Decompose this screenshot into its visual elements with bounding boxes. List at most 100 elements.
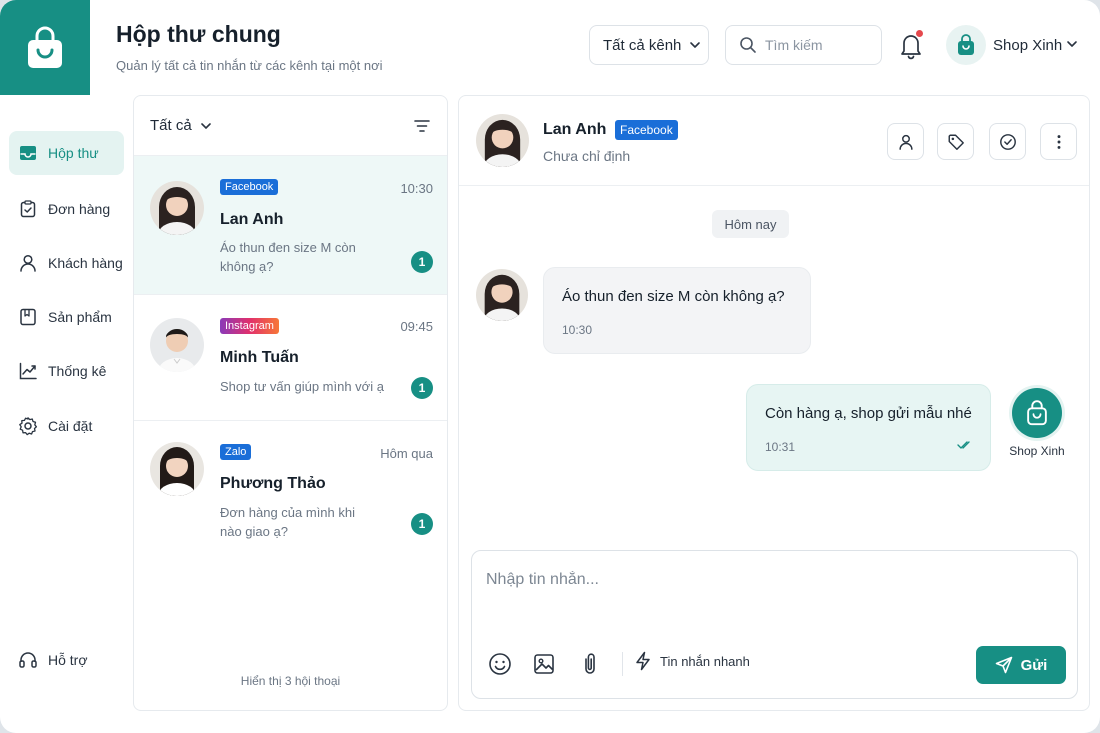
assign-user-button[interactable] bbox=[887, 123, 924, 160]
chat-header: Lan Anh Facebook Chưa chỉ định bbox=[459, 96, 1089, 186]
avatar bbox=[476, 114, 529, 167]
chevron-down-icon bbox=[200, 122, 211, 129]
shopping-bag-icon bbox=[28, 26, 62, 68]
message-input[interactable] bbox=[486, 571, 1056, 611]
message-text: Còn hàng ạ, shop gửi mẫu nhé bbox=[765, 405, 972, 422]
mark-resolved-button[interactable] bbox=[989, 123, 1026, 160]
sidebar-item-support[interactable]: Hỗ trợ bbox=[9, 638, 124, 682]
sidebar-item-label: Sản phẩm bbox=[48, 309, 112, 325]
page-title: Hộp thư chung bbox=[116, 21, 281, 47]
conversation-filter-dropdown[interactable]: Tất cả bbox=[150, 117, 212, 134]
add-tag-button[interactable] bbox=[937, 123, 974, 160]
chart-line-icon bbox=[19, 362, 37, 380]
emoji-button[interactable] bbox=[486, 650, 514, 678]
chat-panel: Lan Anh Facebook Chưa chỉ định Hôm nay Á… bbox=[458, 95, 1090, 711]
check-circle-icon bbox=[999, 133, 1016, 150]
double-check-icon bbox=[957, 441, 970, 449]
gear-icon bbox=[19, 417, 38, 436]
message-text: Áo thun đen size M còn không ạ? bbox=[562, 288, 785, 305]
avatar bbox=[476, 269, 528, 321]
sidebar-item-customers[interactable]: Khách hàng bbox=[9, 241, 124, 285]
sidebar-item-label: Cài đặt bbox=[48, 418, 93, 434]
send-button[interactable]: Gửi bbox=[976, 646, 1066, 684]
conversation-name: Lan Anh bbox=[220, 211, 284, 228]
sidebar-item-label: Khách hàng bbox=[48, 255, 123, 271]
image-icon bbox=[534, 654, 554, 674]
app-window: Hộp thư chung Quản lý tất cả tin nhắn từ… bbox=[0, 0, 1100, 733]
outgoing-message: Còn hàng ạ, shop gửi mẫu nhé 10:31 bbox=[746, 384, 991, 471]
conversation-item[interactable]: Instagram 09:45 Minh Tuấn Shop tư vấn gi… bbox=[134, 295, 447, 421]
conversation-time: Hôm qua bbox=[380, 446, 433, 461]
message-composer: Tin nhắn nhanh Gửi bbox=[471, 550, 1078, 699]
sidebar-item-label: Hỗ trợ bbox=[48, 652, 88, 668]
shopping-bag-icon bbox=[1027, 400, 1047, 426]
more-options-button[interactable] bbox=[1040, 123, 1077, 160]
conversation-item[interactable]: Facebook 10:30 Lan Anh Áo thun đen size … bbox=[134, 156, 447, 295]
sidebar-nav: Hộp thư Đơn hàng Khách hàng Sản phẩm Thố… bbox=[0, 95, 133, 710]
sidebar-item-settings[interactable]: Cài đặt bbox=[9, 404, 124, 448]
conversation-item[interactable]: Zalo Hôm qua Phương Thảo Đơn hàng của mì… bbox=[134, 421, 447, 551]
avatar bbox=[150, 181, 204, 235]
sidebar-item-inbox[interactable]: Hộp thư bbox=[9, 131, 124, 175]
channel-badge: Instagram bbox=[220, 318, 279, 334]
channel-filter-dropdown[interactable]: Tất cả kênh bbox=[589, 25, 709, 65]
search-box[interactable] bbox=[725, 25, 882, 65]
conversation-list-panel: Tất cả Facebook 10:30 Lan Anh Áo thun đe… bbox=[133, 95, 448, 711]
channel-badge: Zalo bbox=[220, 444, 252, 460]
conversation-preview: Đơn hàng của mình khi nào giao ạ? bbox=[220, 505, 355, 539]
channel-badge: Facebook bbox=[615, 120, 678, 140]
chevron-down-icon bbox=[690, 42, 701, 48]
conversation-time: 10:30 bbox=[400, 181, 433, 196]
more-vertical-icon bbox=[1057, 134, 1060, 149]
filter-icon[interactable] bbox=[413, 117, 431, 135]
unread-count-badge: 1 bbox=[411, 513, 433, 535]
contact-name: Lan Anh bbox=[543, 121, 607, 138]
conversation-filter-label: Tất cả bbox=[150, 117, 192, 134]
shop-avatar bbox=[1012, 388, 1062, 438]
avatar bbox=[150, 442, 204, 496]
send-label: Gửi bbox=[1020, 656, 1048, 674]
conversation-list-header: Tất cả bbox=[134, 96, 447, 156]
shop-avatar[interactable] bbox=[946, 25, 986, 65]
chevron-down-icon[interactable] bbox=[1066, 38, 1078, 50]
unread-count-badge: 1 bbox=[411, 251, 433, 273]
emoji-icon bbox=[489, 653, 511, 675]
shop-name[interactable]: Shop Xinh bbox=[993, 37, 1062, 54]
page-subtitle: Quản lý tất cả tin nhắn từ các kênh tại … bbox=[116, 58, 383, 73]
sidebar-item-label: Thống kê bbox=[48, 363, 107, 379]
conversation-name: Minh Tuấn bbox=[220, 349, 299, 366]
file-attach-button[interactable] bbox=[576, 650, 604, 678]
clipboard-check-icon bbox=[20, 200, 36, 218]
conversation-time: 09:45 bbox=[400, 319, 433, 334]
conversation-preview: Shop tư vấn giúp mình với ạ bbox=[220, 379, 384, 394]
assignment-status: Chưa chỉ định bbox=[543, 148, 631, 164]
sidebar-item-statistics[interactable]: Thống kê bbox=[9, 349, 124, 393]
toolbar-divider bbox=[622, 652, 623, 676]
shopping-bag-icon bbox=[958, 34, 974, 55]
channel-filter-label: Tất cả kênh bbox=[603, 36, 682, 54]
quick-reply-button[interactable]: Tin nhắn nhanh bbox=[634, 651, 750, 671]
search-input[interactable] bbox=[765, 37, 875, 53]
conversation-name: Phương Thảo bbox=[220, 475, 326, 492]
user-icon bbox=[20, 254, 36, 272]
unread-count-badge: 1 bbox=[411, 377, 433, 399]
sender-name: Shop Xinh bbox=[1009, 444, 1065, 458]
send-icon bbox=[995, 656, 1012, 674]
brand-logo[interactable] bbox=[0, 0, 90, 95]
conversation-count: Hiển thị 3 hội thoại bbox=[240, 674, 341, 688]
avatar bbox=[150, 318, 204, 372]
sidebar-item-products[interactable]: Sản phẩm bbox=[9, 295, 124, 339]
conversation-preview: Áo thun đen size M còn không ạ? bbox=[220, 240, 356, 274]
tag-icon bbox=[948, 134, 964, 150]
inbox-icon bbox=[20, 146, 36, 160]
sidebar-item-label: Hộp thư bbox=[48, 145, 99, 161]
user-icon bbox=[898, 134, 913, 150]
notification-button[interactable] bbox=[897, 29, 925, 61]
channel-badge: Facebook bbox=[220, 179, 279, 195]
image-attach-button[interactable] bbox=[530, 650, 558, 678]
date-separator: Hôm nay bbox=[712, 210, 789, 238]
sidebar-item-label: Đơn hàng bbox=[48, 201, 111, 217]
notification-dot bbox=[916, 30, 923, 37]
quick-reply-label: Tin nhắn nhanh bbox=[660, 653, 750, 669]
sidebar-item-orders[interactable]: Đơn hàng bbox=[9, 187, 124, 231]
